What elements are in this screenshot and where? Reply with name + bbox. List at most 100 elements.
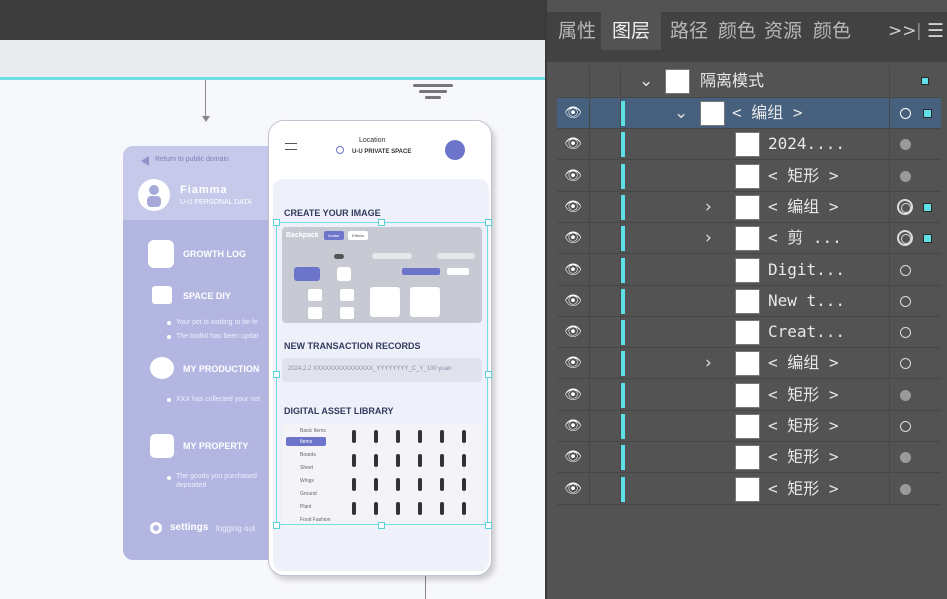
lock-column[interactable] bbox=[589, 317, 621, 348]
layer-row[interactable]: 👁 Digit... bbox=[557, 254, 941, 286]
chevron-down-icon[interactable]: ⌄ bbox=[639, 66, 653, 96]
target-circle-icon[interactable] bbox=[897, 230, 913, 247]
lock-column[interactable] bbox=[589, 254, 621, 285]
target-circle-icon[interactable] bbox=[900, 139, 911, 151]
lock-column[interactable] bbox=[589, 191, 621, 222]
menu-my-property[interactable]: MY PROPERTY bbox=[183, 441, 248, 451]
visibility-eye-icon[interactable]: 👁 bbox=[559, 411, 587, 441]
visibility-eye-icon[interactable]: 👁 bbox=[559, 98, 587, 128]
lock-column[interactable] bbox=[589, 379, 621, 410]
target-circle-icon[interactable] bbox=[900, 452, 911, 464]
logout-link[interactable]: logging out bbox=[216, 524, 255, 533]
space-label: U-U PRIVATE SPACE bbox=[352, 149, 412, 155]
more-tabs-button[interactable]: >> bbox=[888, 12, 917, 50]
tab-0[interactable]: 属性 bbox=[555, 12, 599, 50]
target-circle-icon[interactable] bbox=[900, 327, 911, 339]
layer-name[interactable]: < 编组 > bbox=[732, 98, 803, 128]
layer-name[interactable]: New t... bbox=[768, 286, 845, 316]
isolation-mode-row[interactable]: ⌄ 隔离模式 bbox=[557, 66, 941, 98]
lock-column[interactable] bbox=[589, 98, 621, 128]
layer-name[interactable]: Digit... bbox=[768, 255, 845, 285]
layer-name[interactable]: 2024.... bbox=[768, 129, 845, 159]
canvas-area[interactable]: Return to public domain Fiamma U-U PERSO… bbox=[0, 0, 545, 599]
menu-my-production[interactable]: MY PRODUCTION bbox=[183, 364, 259, 374]
layer-name[interactable]: < 矩形 > bbox=[768, 161, 839, 191]
selection-handle[interactable] bbox=[485, 219, 492, 226]
lock-column[interactable] bbox=[589, 285, 621, 316]
lock-column[interactable] bbox=[589, 129, 621, 160]
visibility-eye-icon[interactable]: 👁 bbox=[559, 380, 587, 410]
tab-2[interactable]: 路径 bbox=[667, 12, 711, 50]
visibility-eye-icon[interactable]: 👁 bbox=[559, 286, 587, 316]
layer-row[interactable]: 👁 › < 编组 > bbox=[557, 191, 941, 223]
selection-handle[interactable] bbox=[378, 522, 385, 529]
target-circle-icon[interactable] bbox=[900, 264, 911, 276]
layer-name[interactable]: < 矩形 > bbox=[768, 474, 839, 504]
layer-name[interactable]: < 矩形 > bbox=[768, 380, 839, 410]
visibility-eye-icon[interactable]: 👁 bbox=[559, 474, 587, 504]
chevron-down-icon[interactable]: ⌄ bbox=[674, 98, 688, 128]
selection-handle[interactable] bbox=[273, 371, 280, 378]
layer-row[interactable]: 👁 < 矩形 > bbox=[557, 411, 941, 442]
selection-handle[interactable] bbox=[273, 522, 280, 529]
layer-row[interactable]: 👁 2024.... bbox=[557, 129, 941, 161]
profile-icon[interactable] bbox=[445, 140, 465, 160]
tab-4[interactable]: 资源 bbox=[761, 12, 805, 50]
target-circle-icon[interactable] bbox=[900, 295, 911, 307]
lock-column[interactable] bbox=[589, 160, 621, 191]
layer-row[interactable]: 👁 < 矩形 > bbox=[557, 160, 941, 192]
tab-5[interactable]: 颜色 bbox=[810, 12, 854, 50]
panel-menu-icon[interactable]: ☰ bbox=[927, 12, 944, 50]
settings-link[interactable]: settings bbox=[170, 522, 208, 533]
return-link[interactable]: Return to public domain bbox=[155, 156, 229, 163]
tab-1[interactable]: 图层 bbox=[601, 12, 661, 50]
layer-row[interactable]: 👁 › < 剪 ... bbox=[557, 223, 941, 255]
selection-handle[interactable] bbox=[273, 219, 280, 226]
layer-row[interactable]: 👁 ⌄ < 编组 > bbox=[557, 98, 941, 129]
chevron-right-icon[interactable]: › bbox=[705, 348, 712, 378]
menu-space-diy[interactable]: SPACE DIY bbox=[183, 291, 231, 301]
target-circle-icon[interactable] bbox=[897, 198, 913, 215]
layer-name[interactable]: < 矩形 > bbox=[768, 411, 839, 441]
layer-row[interactable]: 👁 < 矩形 > bbox=[557, 473, 941, 505]
lock-column[interactable] bbox=[589, 442, 621, 473]
layer-name[interactable]: < 矩形 > bbox=[768, 442, 839, 472]
back-arrow-icon[interactable] bbox=[141, 156, 149, 166]
selection-handle[interactable] bbox=[378, 219, 385, 226]
target-circle-icon[interactable] bbox=[900, 358, 911, 370]
settings-icon[interactable] bbox=[150, 522, 162, 534]
layer-row[interactable]: 👁 Creat... bbox=[557, 317, 941, 349]
layer-name[interactable]: Creat... bbox=[768, 317, 845, 347]
chevron-right-icon[interactable]: › bbox=[705, 223, 712, 253]
visibility-eye-icon[interactable]: 👁 bbox=[559, 192, 587, 222]
visibility-eye-icon[interactable]: 👁 bbox=[559, 223, 587, 253]
tab-3[interactable]: 颜色 bbox=[715, 12, 759, 50]
target-circle-icon[interactable] bbox=[900, 421, 911, 432]
visibility-eye-icon[interactable]: 👁 bbox=[559, 442, 587, 472]
layer-name[interactable]: < 编组 > bbox=[768, 348, 839, 378]
lock-column[interactable] bbox=[589, 223, 621, 254]
visibility-eye-icon[interactable]: 👁 bbox=[559, 129, 587, 159]
target-circle-icon[interactable] bbox=[900, 170, 911, 182]
lock-column[interactable] bbox=[589, 473, 621, 504]
lock-column[interactable] bbox=[589, 348, 621, 379]
lock-column[interactable] bbox=[589, 411, 621, 441]
target-circle-icon[interactable] bbox=[900, 108, 911, 119]
layer-name[interactable]: < 剪 ... bbox=[768, 223, 842, 253]
visibility-eye-icon[interactable]: 👁 bbox=[559, 255, 587, 285]
menu-growth-log[interactable]: GROWTH LOG bbox=[183, 249, 246, 259]
chevron-right-icon[interactable]: › bbox=[705, 192, 712, 222]
visibility-eye-icon[interactable]: 👁 bbox=[559, 317, 587, 347]
layer-name[interactable]: < 编组 > bbox=[768, 192, 839, 222]
target-circle-icon[interactable] bbox=[900, 483, 911, 495]
layer-row[interactable]: 👁 < 矩形 > bbox=[557, 442, 941, 474]
selection-handle[interactable] bbox=[485, 522, 492, 529]
layer-row[interactable]: 👁 New t... bbox=[557, 285, 941, 317]
selection-handle[interactable] bbox=[485, 371, 492, 378]
target-circle-icon[interactable] bbox=[900, 389, 911, 401]
visibility-eye-icon[interactable]: 👁 bbox=[559, 161, 587, 191]
hamburger-icon[interactable] bbox=[285, 143, 297, 150]
layer-row[interactable]: 👁 < 矩形 > bbox=[557, 379, 941, 411]
layer-row[interactable]: 👁 › < 编组 > bbox=[557, 348, 941, 380]
visibility-eye-icon[interactable]: 👁 bbox=[559, 348, 587, 378]
